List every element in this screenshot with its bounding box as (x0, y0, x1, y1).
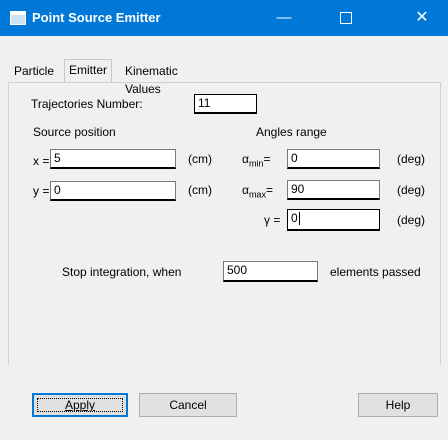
y-position-input[interactable]: 0 (50, 181, 176, 201)
apply-button[interactable]: Apply (32, 393, 128, 417)
stop-integration-label: Stop integration, when (62, 265, 182, 279)
alpha-min-label: αmin= (242, 152, 271, 169)
angles-range-heading: Angles range (256, 125, 327, 139)
gamma-input[interactable]: 0 (287, 209, 380, 231)
x-unit-label: (cm) (188, 152, 212, 166)
gamma-value: 0 (291, 211, 298, 225)
gamma-label: γ = (264, 213, 281, 227)
alpha-min-symbol: α (242, 152, 249, 166)
cancel-button[interactable]: Cancel (139, 393, 237, 417)
app-icon (10, 11, 26, 25)
focus-rectangle (37, 398, 123, 412)
tab-emitter[interactable]: Emitter (64, 59, 113, 82)
alpha-min-subscript: min (248, 158, 264, 169)
close-button[interactable]: ✕ (399, 0, 445, 36)
alpha-max-subscript: max (248, 189, 266, 200)
elements-passed-label: elements passed (330, 265, 421, 279)
minimize-button[interactable]: — (261, 0, 307, 36)
gamma-unit: (deg) (397, 213, 426, 227)
window-title: Point Source Emitter (32, 10, 161, 25)
trajectories-label: Trajectories Number: (31, 97, 143, 111)
maximize-button[interactable] (323, 0, 369, 36)
title-bar: Point Source Emitter — ✕ (0, 0, 448, 36)
y-label: y = (33, 184, 50, 198)
stop-integration-input[interactable]: 500 (223, 261, 318, 282)
tab-kinematic-values[interactable]: Kinematic Values (125, 62, 178, 96)
alpha-min-unit: (deg) (397, 152, 426, 166)
text-caret (298, 212, 300, 226)
y-unit-label: (cm) (188, 183, 212, 197)
maximize-icon (340, 12, 352, 25)
x-position-input[interactable]: 5 (50, 149, 176, 169)
tab-particle[interactable]: Particle (14, 62, 54, 80)
x-label: x = (33, 154, 50, 168)
alpha-max-symbol: α (242, 183, 249, 197)
alpha-max-label: αmax= (242, 183, 273, 200)
alpha-min-input[interactable]: 0 (287, 149, 380, 169)
source-position-heading: Source position (33, 125, 116, 139)
alpha-max-input[interactable]: 90 (287, 180, 380, 200)
trajectories-input[interactable]: 11 (194, 94, 257, 114)
help-button[interactable]: Help (358, 393, 438, 417)
alpha-max-unit: (deg) (397, 183, 426, 197)
